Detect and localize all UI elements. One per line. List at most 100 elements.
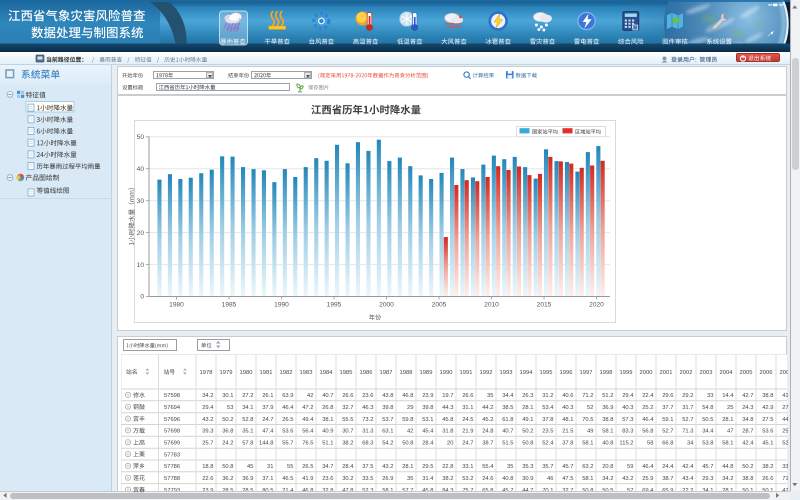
svg-text:1980: 1980	[240, 370, 253, 376]
svg-text:1999: 1999	[620, 370, 633, 376]
svg-text:38.5: 38.5	[502, 405, 513, 411]
svg-text:50.8: 50.8	[222, 464, 233, 470]
svg-text:1995: 1995	[540, 370, 553, 376]
svg-text:70.5: 70.5	[582, 417, 593, 423]
svg-text:23.9: 23.9	[422, 393, 433, 399]
svg-text:38.1: 38.1	[322, 417, 333, 423]
svg-text:45.1: 45.1	[762, 440, 773, 446]
svg-text:63.1: 63.1	[382, 429, 393, 435]
svg-text:42.7: 42.7	[742, 393, 753, 399]
svg-text:57696: 57696	[164, 417, 180, 423]
svg-text:1986: 1986	[360, 370, 373, 376]
svg-text:34.8: 34.8	[742, 417, 753, 423]
svg-text:24.7: 24.7	[262, 417, 273, 423]
svg-text:50.8: 50.8	[402, 440, 413, 446]
svg-text:29.4: 29.4	[622, 393, 634, 399]
svg-text:53: 53	[227, 405, 233, 411]
svg-text:41.2: 41.2	[782, 393, 788, 399]
svg-text:57698: 57698	[164, 429, 180, 435]
svg-text:20: 20	[447, 440, 453, 446]
svg-text:31.3: 31.3	[362, 429, 373, 435]
svg-text:59: 59	[627, 464, 633, 470]
svg-text:58.1: 58.1	[722, 440, 733, 446]
svg-text:31.2: 31.2	[542, 393, 553, 399]
svg-text:55.7: 55.7	[282, 440, 293, 446]
svg-text:53.1: 53.1	[422, 417, 433, 423]
svg-text:31: 31	[267, 464, 273, 470]
svg-text:50.8: 50.8	[522, 440, 533, 446]
svg-text:28.1: 28.1	[522, 405, 533, 411]
svg-text:1979: 1979	[220, 370, 233, 376]
svg-text:29.5: 29.5	[422, 464, 433, 470]
svg-text:1978: 1978	[200, 370, 213, 376]
svg-text:68.3: 68.3	[362, 440, 373, 446]
svg-text:14.4: 14.4	[722, 393, 734, 399]
svg-text:30.7: 30.7	[342, 429, 353, 435]
svg-text:29.4: 29.4	[202, 405, 214, 411]
svg-text:33.5: 33.5	[782, 464, 788, 470]
svg-text:50.2: 50.2	[522, 429, 533, 435]
svg-text:28.7: 28.7	[742, 429, 753, 435]
svg-text:57786: 57786	[164, 464, 180, 470]
svg-text:58.1: 58.1	[602, 429, 613, 435]
svg-text:46.4: 46.4	[642, 417, 654, 423]
svg-text:51.1: 51.1	[322, 440, 333, 446]
svg-text:46: 46	[547, 476, 553, 482]
svg-text:31.7: 31.7	[682, 405, 693, 411]
svg-text:42: 42	[407, 429, 413, 435]
svg-text:46.4: 46.4	[642, 464, 654, 470]
svg-text:33.5: 33.5	[362, 476, 373, 482]
svg-text:40: 40	[137, 166, 145, 173]
svg-text:50.5: 50.5	[702, 417, 713, 423]
svg-text:52.4: 52.4	[542, 440, 554, 446]
svg-text:46.4: 46.4	[282, 405, 294, 411]
svg-text:46.8: 46.8	[402, 393, 413, 399]
svg-text:1991: 1991	[460, 370, 473, 376]
svg-text:52: 52	[587, 405, 593, 411]
svg-text:26.5: 26.5	[282, 417, 293, 423]
svg-text:26.1: 26.1	[262, 393, 273, 399]
svg-text:1994: 1994	[520, 370, 534, 376]
svg-text:47: 47	[727, 429, 733, 435]
svg-text:40.8: 40.8	[602, 440, 613, 446]
svg-text:50.2: 50.2	[222, 417, 233, 423]
svg-text:25.4: 25.4	[782, 429, 788, 435]
svg-text:1989: 1989	[420, 370, 433, 376]
svg-text:56.4: 56.4	[302, 429, 314, 435]
svg-text:38.8: 38.8	[742, 476, 753, 482]
svg-text:22.4: 22.4	[642, 393, 654, 399]
svg-text:36.2: 36.2	[222, 476, 233, 482]
svg-text:23.6: 23.6	[322, 476, 333, 482]
svg-text:45.8: 45.8	[442, 417, 453, 423]
svg-text:54.8: 54.8	[702, 405, 713, 411]
svg-text:48.1: 48.1	[562, 417, 573, 423]
svg-text:51.5: 51.5	[502, 440, 513, 446]
svg-text:39.8: 39.8	[422, 405, 433, 411]
svg-text:2000: 2000	[379, 302, 394, 309]
svg-text:38.7: 38.7	[482, 440, 493, 446]
svg-text:36.8: 36.8	[222, 429, 233, 435]
svg-text:22.8: 22.8	[442, 464, 453, 470]
svg-text:30.9: 30.9	[522, 476, 533, 482]
svg-text:40.8: 40.8	[502, 476, 513, 482]
svg-text:57.3: 57.3	[622, 417, 633, 423]
svg-text:49.4: 49.4	[302, 417, 314, 423]
svg-text:83.3: 83.3	[622, 429, 633, 435]
svg-text:42.4: 42.4	[742, 440, 754, 446]
svg-text:40.6: 40.6	[562, 393, 573, 399]
svg-text:23.5: 23.5	[542, 429, 553, 435]
svg-text:52.7: 52.7	[662, 429, 673, 435]
svg-text:1985: 1985	[340, 370, 353, 376]
svg-text:63.2: 63.2	[582, 464, 593, 470]
svg-text:1998: 1998	[600, 370, 613, 376]
svg-text:26.3: 26.3	[522, 393, 533, 399]
svg-text:47.5: 47.5	[562, 476, 573, 482]
svg-text:1996: 1996	[560, 370, 573, 376]
svg-text:1980: 1980	[169, 302, 184, 309]
svg-text:44.8: 44.8	[722, 464, 733, 470]
svg-text:22.6: 22.6	[202, 476, 213, 482]
svg-text:41.9: 41.9	[302, 476, 313, 482]
svg-text:39.8: 39.8	[382, 405, 393, 411]
svg-text:56.8: 56.8	[642, 429, 653, 435]
svg-text:10: 10	[137, 262, 145, 269]
